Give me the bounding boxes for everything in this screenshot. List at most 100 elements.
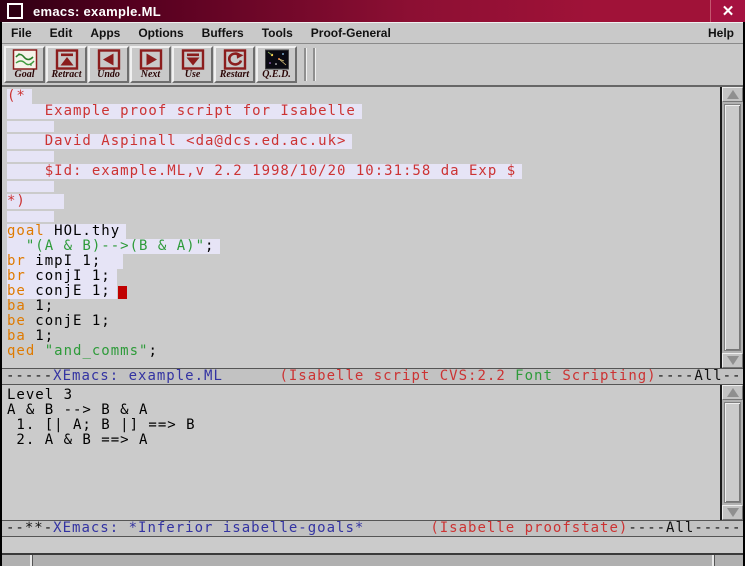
scrollbar-down-arrow[interactable] [722,505,743,520]
locked-region-highlight: David Aspinall <da@dcs.ed.ac.uk> [7,134,352,149]
menu-item-proof-general[interactable]: Proof-General [302,26,400,40]
goals-line: Level 3 [7,388,720,403]
code-segment-plain: conjE 1; [26,283,111,299]
code-segment-keyword: be [7,313,26,329]
script-buffer-text[interactable]: (* Example proof script for Isabelle Dav… [2,87,720,368]
toolbar-restart-button[interactable]: Restart [214,46,255,83]
modeline-segment-black [223,368,280,384]
menu-item-edit[interactable]: Edit [41,26,82,40]
script-line: be conjE 1; [7,314,720,329]
window-menu-icon[interactable] [7,3,23,19]
code-segment-plain: conjE 1; [26,313,111,329]
next-icon [138,49,164,70]
resize-grip-right[interactable] [712,555,715,566]
undo-icon [96,49,122,70]
goals-buffer-text[interactable]: Level 3A & B --> B & A 1. [| A; B |] ==>… [2,385,720,520]
goals-line: 2. A & B ==> A [7,433,720,448]
code-segment-comment: Example proof script for Isabelle [7,103,356,119]
locked-region-highlight: be conjE 1; [7,284,117,299]
code-segment-keyword: br [7,268,26,284]
minibuffer[interactable] [2,537,743,553]
toolbar-button-label: Q.E.D. [262,70,291,80]
goals-line: 1. [| A; B |] ==> B [7,418,720,433]
code-segment-keyword: ba [7,298,26,314]
code-segment-plain: ; [148,343,157,359]
toolbar-undo-button[interactable]: Undo [88,46,129,83]
script-modeline: -----XEmacs: example.ML (Isabelle script… [2,368,743,385]
use-icon [180,49,206,70]
menu-item-help[interactable]: Help [699,23,743,43]
locked-region-highlight: (* [7,89,32,104]
code-segment-comment: *) [7,193,26,209]
modeline-segment-black: ----- [6,368,53,384]
script-line [7,179,720,194]
scrollbar-trough[interactable] [722,102,743,353]
code-segment-string: "and_comms" [45,343,149,359]
code-segment-comment: (* [7,88,26,104]
menu-item-options[interactable]: Options [129,26,192,40]
menu-item-file[interactable]: File [2,26,41,40]
locked-region-highlight: "(A & B)-->(B & A)"; [7,239,220,254]
retract-icon [54,49,80,70]
toolbar-goal-button[interactable]: Goal [4,46,45,83]
script-scrollbar[interactable] [720,87,743,368]
scrollbar-up-arrow[interactable] [722,385,743,400]
goals-buffer-window: Level 3A & B --> B & A 1. [| A; B |] ==>… [2,385,743,520]
qed-icon [264,49,290,70]
resize-grip-left[interactable] [30,555,33,566]
scrollbar-down-arrow[interactable] [722,353,743,368]
up-triangle-icon [727,90,739,99]
toolbar-separator [304,48,307,81]
code-segment-comment: $Id: example.ML,v 2.2 1998/10/20 10:31:5… [7,163,516,179]
menu-item-tools[interactable]: Tools [253,26,302,40]
scrollbar-thumb[interactable] [724,402,741,503]
code-segment-comment: David Aspinall <da@dcs.ed.ac.uk> [7,133,346,149]
goals-line: A & B --> B & A [7,403,720,418]
restart-icon [222,49,248,70]
goals-scrollbar[interactable] [720,385,743,520]
down-triangle-icon [727,356,739,365]
toolbar: Goal Retract UndoNextUse Restart Q.E.D. [2,44,743,87]
modeline-segment-black: --**- [6,520,53,536]
code-segment-plain [7,238,26,254]
locked-region-strip [7,181,54,192]
down-triangle-icon [727,508,739,517]
toolbar-button-label: Retract [52,70,82,80]
toolbar-button-label: Restart [220,70,249,80]
script-line: ba 1; [7,329,720,344]
scrollbar-trough[interactable] [722,400,743,505]
toolbar-qed-button[interactable]: Q.E.D. [256,46,297,83]
modeline-segment-black: ----All----- [657,368,743,384]
window-title: emacs: example.ML [33,4,161,19]
menubar: FileEditAppsOptionsBuffersToolsProof-Gen… [2,22,743,44]
code-segment-keyword: ba [7,328,26,344]
menu-item-buffers[interactable]: Buffers [193,26,253,40]
close-button[interactable]: ✕ [710,0,745,22]
menu-item-apps[interactable]: Apps [81,26,129,40]
code-segment-plain: ; [205,238,214,254]
code-segment-keyword: goal [7,223,45,239]
locked-region-highlight: br impI 1; [7,254,123,269]
script-line: goal HOL.thy [7,224,720,239]
code-segment-keyword: br [7,253,26,269]
scrollbar-thumb[interactable] [724,104,741,351]
toolbar-retract-button[interactable]: Retract [46,46,87,83]
goals-modeline: --**-XEmacs: *Inferior isabelle-goals* (… [2,520,743,537]
script-line: qed "and_comms"; [7,344,720,359]
script-buffer-window: (* Example proof script for Isabelle Dav… [2,87,743,368]
code-segment-keyword: qed [7,343,35,359]
toolbar-next-button[interactable]: Next [130,46,171,83]
script-line: *) [7,194,720,209]
toolbar-use-button[interactable]: Use [172,46,213,83]
scrollbar-up-arrow[interactable] [722,87,743,102]
frame-resize-bar[interactable] [2,553,743,566]
script-line [7,209,720,224]
code-segment-plain: HOL.thy [45,223,120,239]
script-line: "(A & B)-->(B & A)"; [7,239,720,254]
modeline-segment-red: (Isabelle proofstate) [430,520,628,536]
locked-region-strip [7,121,54,132]
script-line: (* [7,89,720,104]
text-cursor [118,286,127,299]
modeline-segment-blue: XEmacs: example.ML [53,368,223,384]
code-segment-plain: conjI 1; [26,268,111,284]
